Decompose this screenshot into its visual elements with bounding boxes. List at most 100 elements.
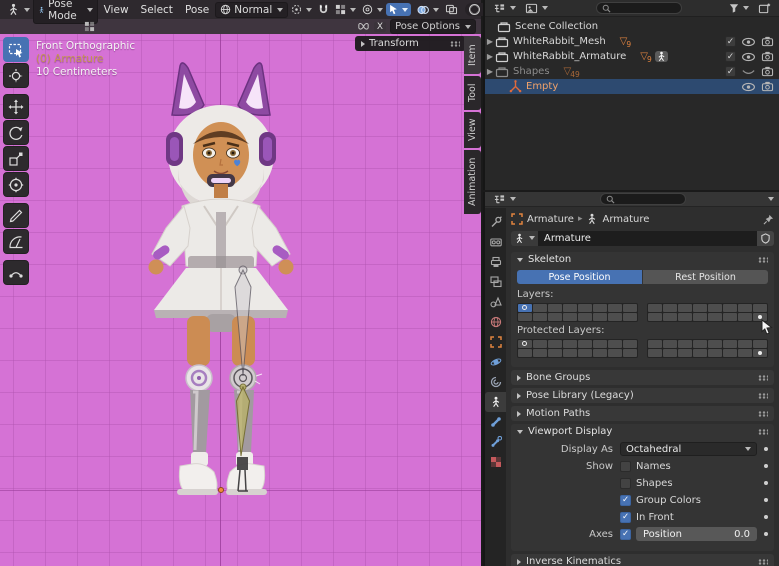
mirror-x-toggle[interactable]: X	[374, 22, 386, 32]
pin-icon[interactable]	[763, 214, 774, 225]
pose-position-button[interactable]: Pose Position	[517, 270, 642, 284]
outliner-row-whiterabbit-armature[interactable]: ▶ WhiteRabbit_Armature ▽9 ✓	[485, 49, 779, 64]
name-input[interactable]: Armature	[538, 231, 757, 246]
rest-position-button[interactable]: Rest Position	[643, 270, 768, 284]
animate-dot[interactable]	[764, 498, 768, 502]
transform-panel-header[interactable]: Transform	[355, 36, 466, 51]
character-model[interactable]	[130, 60, 315, 500]
properties-options-chevron[interactable]	[768, 197, 774, 201]
camera-icon[interactable]	[761, 36, 774, 47]
motion-paths-section[interactable]: Motion Paths	[511, 406, 774, 421]
animate-dot[interactable]	[764, 515, 768, 519]
outliner-filter-dropdown[interactable]	[726, 2, 752, 14]
editor-type-button[interactable]	[4, 2, 33, 17]
outliner-display-mode-dropdown[interactable]	[522, 2, 551, 15]
tab-bone-constraint-props[interactable]	[485, 432, 506, 452]
show-gizmo-toggle[interactable]	[386, 3, 411, 16]
names-checkbox[interactable]	[620, 461, 631, 472]
eye-icon[interactable]	[741, 82, 756, 92]
xray-toggle[interactable]	[442, 3, 461, 16]
outliner-row-scene-collection[interactable]: Scene Collection	[485, 19, 779, 34]
tab-animation[interactable]: Animation	[464, 150, 481, 214]
animate-dot[interactable]	[764, 464, 768, 468]
expand-icon[interactable]: ▶	[485, 52, 495, 61]
show-overlays-toggle[interactable]	[414, 3, 442, 17]
properties-search-input[interactable]	[600, 193, 686, 205]
tab-output-props[interactable]	[485, 252, 506, 272]
fake-user-button[interactable]	[757, 231, 774, 246]
id-type-dropdown[interactable]	[511, 231, 538, 246]
transform-orientation-dropdown[interactable]: Normal	[215, 2, 288, 18]
tool-scale[interactable]	[3, 146, 29, 171]
mirror-icon[interactable]	[357, 21, 370, 32]
tab-render-props[interactable]	[485, 232, 506, 252]
tab-view-layer-props[interactable]	[485, 272, 506, 292]
outliner-row-empty[interactable]: Empty	[485, 79, 779, 94]
proportional-edit-dropdown[interactable]	[359, 3, 386, 16]
menu-pose[interactable]: Pose	[179, 4, 215, 16]
viewport-canvas[interactable]: Front Orthographic (0) Armature 10 Centi…	[0, 34, 481, 566]
collection-checkbox[interactable]: ✓	[725, 51, 736, 62]
camera-icon[interactable]	[761, 81, 774, 92]
layers-grid-left[interactable]	[517, 303, 638, 322]
tab-tool-props[interactable]	[485, 212, 506, 232]
breadcrumb-data[interactable]: Armature	[602, 214, 649, 225]
tab-texture-props[interactable]	[485, 452, 506, 472]
tab-item[interactable]: Item	[464, 36, 481, 74]
tab-object-data-props[interactable]	[485, 392, 506, 412]
axes-checkbox[interactable]: ✓	[620, 529, 631, 540]
tab-object-props[interactable]	[485, 332, 506, 352]
tool-move[interactable]	[3, 94, 29, 119]
layers-grid-right[interactable]	[647, 303, 768, 322]
outliner-filter-mode-dropdown[interactable]	[490, 2, 519, 15]
shading-wireframe-icon[interactable]	[469, 4, 480, 15]
tool-rotate[interactable]	[3, 120, 29, 145]
outliner-row-shapes[interactable]: ▶ Shapes ▽49 ✓	[485, 64, 779, 79]
tool-transform[interactable]	[3, 172, 29, 197]
eye-closed-icon[interactable]	[741, 67, 756, 77]
protected-grid-right[interactable]	[647, 339, 768, 358]
camera-icon[interactable]	[761, 66, 774, 77]
bone-groups-section[interactable]: Bone Groups	[511, 370, 774, 385]
tab-world-props[interactable]	[485, 312, 506, 332]
animate-dot[interactable]	[764, 532, 768, 536]
protected-grid-left[interactable]	[517, 339, 638, 358]
tab-scene-props[interactable]	[485, 292, 506, 312]
tool-measure[interactable]	[3, 229, 29, 254]
shapes-checkbox[interactable]	[620, 478, 631, 489]
viewport-display-header[interactable]: Viewport Display	[511, 424, 774, 439]
tool-fallback-icon[interactable]	[81, 20, 98, 33]
tool-select-box[interactable]	[3, 37, 29, 62]
properties-editor-type-button[interactable]	[490, 193, 519, 206]
animate-dot[interactable]	[764, 447, 768, 451]
snap-toggle[interactable]	[315, 3, 332, 16]
menu-select[interactable]: Select	[135, 4, 179, 16]
tool-cursor[interactable]	[3, 63, 29, 88]
eye-icon[interactable]	[741, 37, 756, 47]
pivot-point-dropdown[interactable]	[288, 3, 315, 16]
tab-tool[interactable]: Tool	[464, 76, 481, 110]
new-collection-button[interactable]	[755, 2, 774, 15]
snap-settings-dropdown[interactable]	[332, 3, 359, 16]
menu-view[interactable]: View	[98, 4, 135, 16]
collection-checkbox[interactable]: ✓	[725, 36, 736, 47]
display-as-dropdown[interactable]: Octahedral	[620, 442, 757, 456]
tab-view[interactable]: View	[464, 112, 481, 148]
breadcrumb-object[interactable]: Armature	[527, 214, 574, 225]
tab-constraints-props[interactable]	[485, 372, 506, 392]
tool-pose-breakdowner[interactable]	[3, 260, 29, 285]
outliner-row-whiterabbit-mesh[interactable]: ▶ WhiteRabbit_Mesh ▽9 ✓	[485, 34, 779, 49]
axes-position-slider[interactable]: Position 0.0	[636, 527, 757, 541]
skeleton-panel-header[interactable]: Skeleton	[511, 252, 774, 267]
pose-library-section[interactable]: Pose Library (Legacy)	[511, 388, 774, 403]
group-colors-checkbox[interactable]: ✓	[620, 495, 631, 506]
tool-annotate[interactable]	[3, 203, 29, 228]
tab-physics-props[interactable]	[485, 352, 506, 372]
expand-icon[interactable]: ▶	[485, 67, 495, 76]
in-front-checkbox[interactable]: ✓	[620, 512, 631, 523]
tab-bone-props[interactable]	[485, 412, 506, 432]
pose-options-dropdown[interactable]: Pose Options	[390, 19, 476, 34]
outliner-search-input[interactable]	[596, 2, 682, 14]
eye-icon[interactable]	[741, 52, 756, 62]
expand-icon[interactable]: ▶	[485, 37, 495, 46]
